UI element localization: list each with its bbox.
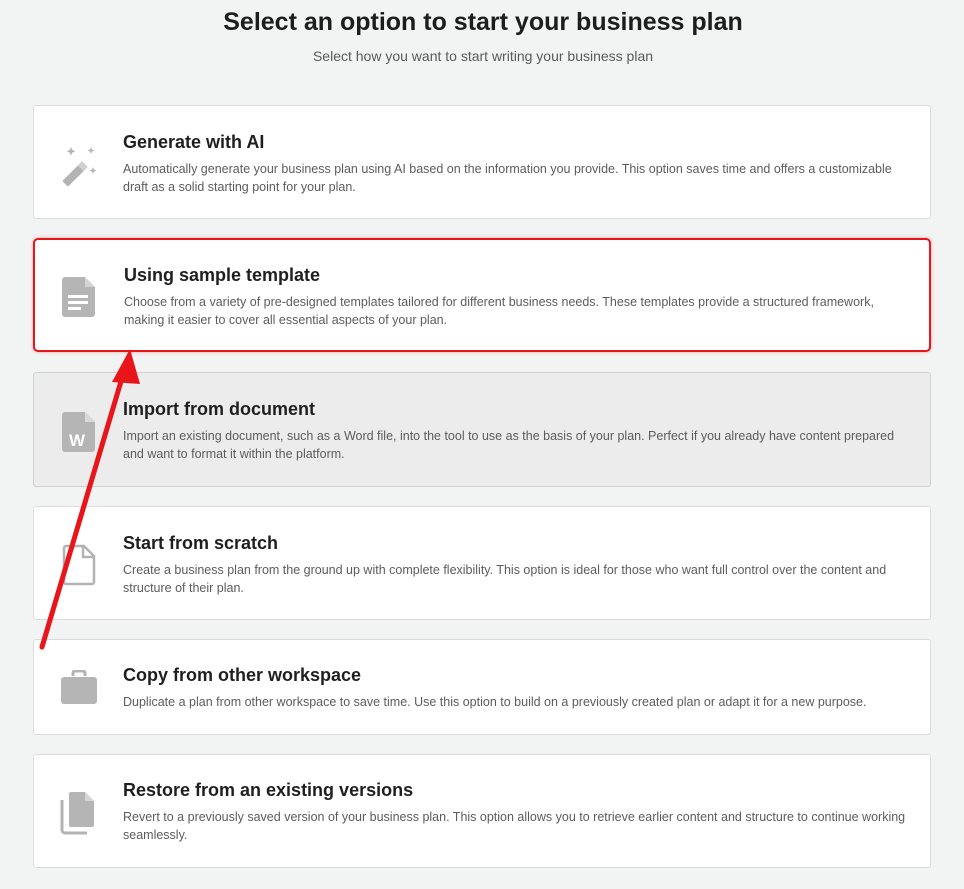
option-generate-with-ai[interactable]: Generate with AI Automatically generate …	[33, 105, 931, 219]
option-title: Import from document	[123, 399, 315, 419]
option-description: Automatically generate your business pla…	[123, 162, 892, 194]
page-subtitle: Select how you want to start writing you…	[312, 48, 654, 64]
magic-wand-icon	[56, 142, 102, 188]
copy-files-icon	[56, 790, 102, 836]
option-description: Duplicate a plan from other workspace to…	[123, 695, 867, 709]
option-title: Restore from an existing versions	[123, 780, 414, 800]
document-icon	[56, 274, 102, 320]
word-document-icon: W	[56, 409, 102, 455]
option-import-from-document[interactable]: W Import from document Import an existin…	[33, 372, 931, 487]
option-title: Start from scratch	[123, 533, 279, 553]
option-description: Import an existing document, such as a W…	[123, 429, 895, 461]
option-title: Generate with AI	[123, 132, 265, 152]
blank-file-icon	[56, 542, 102, 588]
option-description: Revert to a previously saved version of …	[123, 810, 906, 842]
briefcase-icon	[56, 665, 102, 711]
option-title: Copy from other workspace	[123, 665, 362, 685]
word-letter: W	[69, 431, 86, 450]
option-restore-from-existing-versions[interactable]: Restore from an existing versions Revert…	[33, 754, 931, 868]
option-description: Create a business plan from the ground u…	[123, 563, 887, 595]
option-using-sample-template[interactable]: Using sample template Choose from a vari…	[33, 238, 931, 352]
option-start-from-scratch[interactable]: Start from scratch Create a business pla…	[33, 506, 931, 620]
option-copy-from-other-workspace[interactable]: Copy from other workspace Duplicate a pl…	[33, 639, 931, 735]
option-title: Using sample template	[124, 265, 321, 285]
option-description: Choose from a variety of pre-designed te…	[124, 295, 874, 327]
page-title: Select an option to start your business …	[223, 8, 743, 36]
